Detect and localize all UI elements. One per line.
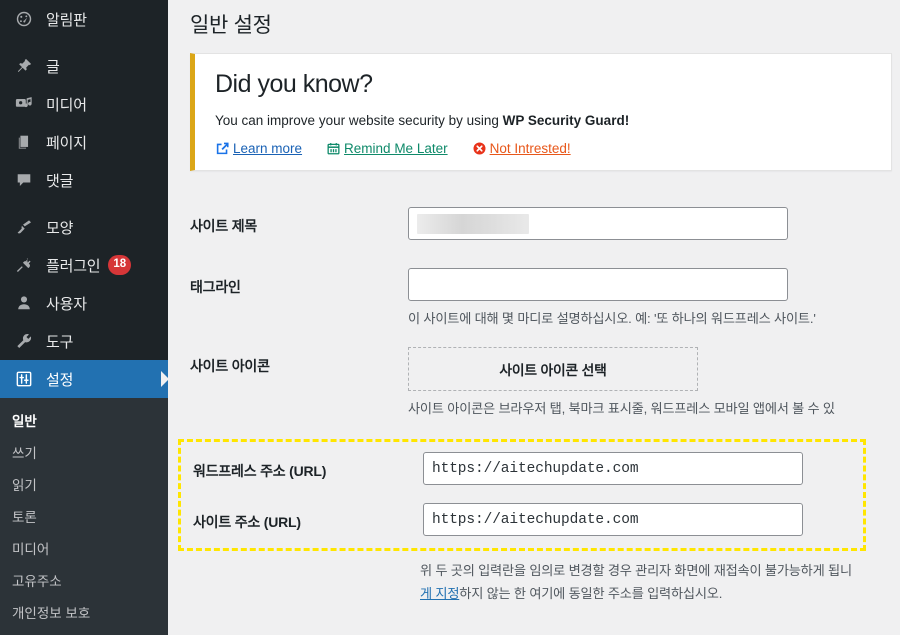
site-address-field-cell: https://aitechupdate.com <box>423 503 863 540</box>
sidebar-item-posts[interactable]: 글 <box>0 47 168 85</box>
wrench-icon <box>12 330 36 352</box>
notice-body: You can improve your website security by… <box>215 113 877 128</box>
notice-body-strong: WP Security Guard! <box>502 113 630 128</box>
notice-actions: Learn more Remind Me Later Not Intrested… <box>215 141 877 156</box>
sidebar-item-tools[interactable]: 도구 <box>0 322 168 360</box>
field-row-site-address: 사이트 주소 (URL) https://aitechupdate.com <box>193 503 863 540</box>
sidebar-item-appearance[interactable]: 모양 <box>0 208 168 246</box>
wordpress-address-label: 워드프레스 주소 (URL) <box>193 463 327 479</box>
sidebar-item-label: 페이지 <box>46 134 87 152</box>
submenu-item-permalinks[interactable]: 고유주소 <box>0 564 168 596</box>
submenu-item-reading[interactable]: 읽기 <box>0 468 168 500</box>
admin-sidebar: 알림판 글 미디어 페이지 댓글 모양 플러그인 18 사용자 도구 설정 일반… <box>0 0 168 635</box>
sidebar-item-comments[interactable]: 댓글 <box>0 161 168 199</box>
submenu-item-discussion[interactable]: 토론 <box>0 500 168 532</box>
sidebar-item-settings[interactable]: 설정 <box>0 360 168 398</box>
redacted-value <box>417 213 529 234</box>
sidebar-item-plugins[interactable]: 플러그인 18 <box>0 246 168 284</box>
sidebar-item-media[interactable]: 미디어 <box>0 85 168 123</box>
sidebar-separator <box>0 38 168 47</box>
site-icon-label: 사이트 아이콘 <box>190 358 270 374</box>
submenu-item-writing[interactable]: 쓰기 <box>0 436 168 468</box>
remind-me-later-link[interactable]: Remind Me Later <box>326 141 448 156</box>
sidebar-separator <box>0 199 168 208</box>
plugin-icon <box>12 254 36 276</box>
tagline-input[interactable] <box>408 268 788 301</box>
sidebar-item-label: 댓글 <box>46 172 74 190</box>
sidebar-item-pages[interactable]: 페이지 <box>0 123 168 161</box>
sidebar-item-label: 글 <box>46 58 60 76</box>
learn-more-label: Learn more <box>233 141 303 156</box>
user-icon <box>12 292 36 314</box>
plugins-update-badge: 18 <box>108 255 132 275</box>
close-circle-icon <box>472 141 487 156</box>
field-row-site-title: 사이트 제목 <box>190 207 890 244</box>
site-address-label: 사이트 주소 (URL) <box>193 514 301 530</box>
site-title-field-cell <box>408 207 890 244</box>
wordpress-address-field-cell: https://aitechupdate.com <box>423 452 863 489</box>
wordpress-address-input[interactable]: https://aitechupdate.com <box>423 452 803 485</box>
field-row-wordpress-address: 워드프레스 주소 (URL) https://aitechupdate.com <box>193 452 863 489</box>
url-help-line-2-wrap: 게 지정하지 않는 한 여기에 동일한 주소를 입력하십시오. <box>420 582 890 605</box>
sidebar-item-label: 설정 <box>46 371 74 389</box>
field-row-tagline: 태그라인 이 사이트에 대해 몇 마디로 설명하십시오. 예: '또 하나의 워… <box>190 268 890 331</box>
remind-me-later-label: Remind Me Later <box>344 141 448 156</box>
tagline-help-text: 이 사이트에 대해 몇 마디로 설명하십시오. 예: '또 하나의 워드프레스 … <box>408 311 816 326</box>
notice-heading: Did you know? <box>215 70 373 98</box>
sidebar-item-label: 도구 <box>46 333 74 351</box>
page-title: 일반 설정 <box>190 14 272 37</box>
wp-admin-screen: 알림판 글 미디어 페이지 댓글 모양 플러그인 18 사용자 도구 설정 일반… <box>0 0 900 635</box>
not-interested-link[interactable]: Not Intrested! <box>472 141 571 156</box>
settings-submenu: 일반 쓰기 읽기 토론 미디어 고유주소 개인정보 보호 JWT Authent… <box>0 398 168 635</box>
comment-icon <box>12 169 36 191</box>
sidebar-item-label: 사용자 <box>46 295 87 313</box>
tagline-label: 태그라인 <box>190 279 241 295</box>
site-title-label: 사이트 제목 <box>190 218 258 234</box>
sidebar-item-label: 모양 <box>46 219 74 237</box>
media-icon <box>12 93 36 115</box>
not-interested-label: Not Intrested! <box>489 141 571 156</box>
tagline-field-cell: 이 사이트에 대해 몇 마디로 설명하십시오. 예: '또 하나의 워드프레스 … <box>408 268 890 331</box>
learn-more-link[interactable]: Learn more <box>215 141 302 156</box>
appearance-brush-icon <box>12 216 36 238</box>
url-help-link[interactable]: 게 지정 <box>420 586 459 601</box>
url-settings-highlight-box: 워드프레스 주소 (URL) https://aitechupdate.com … <box>178 439 866 551</box>
site-icon-field-cell: 사이트 아이콘 선택 사이트 아이콘은 브라우저 탭, 북마크 표시줄, 워드프… <box>408 347 890 421</box>
sidebar-item-label: 미디어 <box>46 96 87 114</box>
settings-main-content: 일반 설정 Did you know? You can improve your… <box>168 0 900 635</box>
url-help-line-2: 하지 않는 한 여기에 동일한 주소를 입력하십시오. <box>459 586 723 602</box>
dashboard-icon <box>12 8 36 30</box>
submenu-item-media[interactable]: 미디어 <box>0 532 168 564</box>
general-settings-form: 사이트 제목 태그라인 이 사이트에 대해 몇 마디로 설명하십시오. 예: '… <box>178 183 890 605</box>
url-help-text: 위 두 곳의 입력란을 임의로 변경할 경우 관리자 화면에 재접속이 불가능하… <box>420 559 890 605</box>
calendar-icon <box>326 141 341 156</box>
notice-body-text: You can improve your website security by… <box>215 113 503 128</box>
sidebar-item-dashboard[interactable]: 알림판 <box>0 0 168 38</box>
field-row-site-icon: 사이트 아이콘 사이트 아이콘 선택 사이트 아이콘은 브라우저 탭, 북마크 … <box>190 347 890 421</box>
settings-sliders-icon <box>12 368 36 390</box>
url-help-line-1: 위 두 곳의 입력란을 임의로 변경할 경우 관리자 화면에 재접속이 불가능하… <box>420 563 852 578</box>
promo-notice: Did you know? You can improve your websi… <box>190 53 892 171</box>
site-icon-help-text: 사이트 아이콘은 브라우저 탭, 북마크 표시줄, 워드프레스 모바일 앱에서 … <box>408 401 835 416</box>
sidebar-item-users[interactable]: 사용자 <box>0 284 168 322</box>
site-title-input[interactable] <box>408 207 788 240</box>
submenu-item-privacy[interactable]: 개인정보 보호 <box>0 596 168 628</box>
choose-site-icon-button[interactable]: 사이트 아이콘 선택 <box>408 347 698 391</box>
submenu-item-general[interactable]: 일반 <box>0 404 168 436</box>
pin-icon <box>12 55 36 77</box>
external-link-icon <box>215 141 230 156</box>
sidebar-item-label: 알림판 <box>46 11 87 29</box>
pages-icon <box>12 131 36 153</box>
site-address-input[interactable]: https://aitechupdate.com <box>423 503 803 536</box>
submenu-item-jwt-authentication[interactable]: JWT Authentication <box>0 628 168 635</box>
sidebar-item-label: 플러그인 <box>46 257 101 275</box>
